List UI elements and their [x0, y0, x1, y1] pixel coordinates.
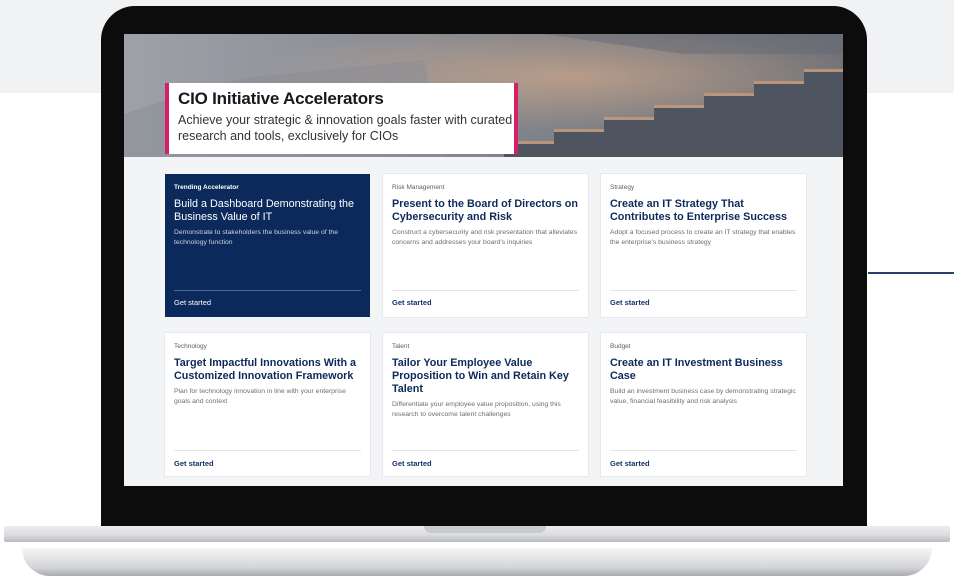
card-category: Talent: [392, 343, 410, 350]
get-started-link[interactable]: Get started: [610, 459, 650, 468]
get-started-link[interactable]: Get started: [610, 298, 650, 307]
card-category: Strategy: [610, 184, 635, 191]
hero-title: CIO Initiative Accelerators: [178, 89, 384, 108]
card-category: Technology: [174, 343, 207, 350]
card-description: Differentiate your employee value propos…: [392, 401, 561, 418]
card-title: Create an IT Investment Business Case: [610, 357, 783, 382]
card-description: Construct a cybersecurity and risk prese…: [392, 229, 578, 246]
card-title: Build a Dashboard Demonstrating the Busi…: [174, 198, 355, 223]
card-description: Adopt a focused process to create an IT …: [610, 229, 796, 246]
laptop-base-bottom: [22, 548, 932, 576]
accelerator-card-investment[interactable]: Budget Create an IT Investment Business …: [601, 333, 806, 476]
get-started-link[interactable]: Get started: [392, 459, 432, 468]
card-title: Create an IT Strategy That Contributes t…: [610, 198, 787, 223]
accelerator-card-grid: Trending Accelerator Build a Dashboard D…: [165, 174, 807, 476]
accelerator-card-dashboard[interactable]: Trending Accelerator Build a Dashboard D…: [165, 174, 370, 317]
hero-banner: CIO Initiative Accelerators Achieve your…: [124, 34, 843, 157]
card-category: Budget: [610, 343, 631, 350]
hero-text-card: CIO Initiative Accelerators Achieve your…: [165, 83, 518, 154]
hero-subtitle: Achieve your strategic & innovation goal…: [178, 113, 513, 143]
accelerator-card-cybersecurity[interactable]: Risk Management Present to the Board of …: [383, 174, 588, 317]
card-divider: [610, 290, 797, 291]
laptop-notch: [424, 526, 546, 533]
card-description: Build an investment business case by dem…: [610, 388, 796, 405]
card-title: Target Impactful Innovations With a Cust…: [174, 357, 357, 382]
accelerator-card-innovation[interactable]: Technology Target Impactful Innovations …: [165, 333, 370, 476]
card-divider: [174, 290, 361, 291]
card-description: Plan for technology innovation in line w…: [174, 388, 346, 405]
decorative-line: [868, 272, 954, 274]
get-started-link[interactable]: Get started: [174, 459, 214, 468]
get-started-link[interactable]: Get started: [174, 298, 211, 307]
card-category: Trending Accelerator: [174, 184, 239, 191]
card-title: Tailor Your Employee Value Proposition t…: [392, 357, 569, 395]
card-divider: [392, 290, 579, 291]
card-title: Present to the Board of Directors on Cyb…: [392, 198, 578, 223]
laptop-screen: CIO Initiative Accelerators Achieve your…: [124, 34, 843, 486]
accelerator-card-it-strategy[interactable]: Strategy Create an IT Strategy That Cont…: [601, 174, 806, 317]
get-started-link[interactable]: Get started: [392, 298, 432, 307]
card-category: Risk Management: [392, 184, 445, 191]
card-divider: [392, 450, 579, 451]
card-description: Demonstrate to stakeholders the business…: [174, 229, 338, 246]
accelerator-card-talent[interactable]: Talent Tailor Your Employee Value Propos…: [383, 333, 588, 476]
card-divider: [174, 450, 361, 451]
card-divider: [610, 450, 797, 451]
